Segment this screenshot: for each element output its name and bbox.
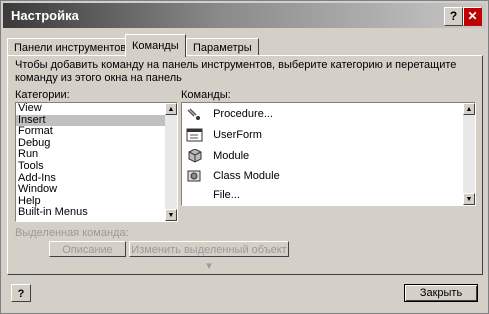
command-item[interactable]: File...	[186, 186, 240, 204]
selected-command-label: Выделенная команда:	[15, 227, 129, 239]
procedure-icon	[186, 107, 204, 121]
modify-selection-label: Изменить выделенный объект	[131, 244, 287, 256]
command-label: File...	[213, 189, 240, 201]
list-item[interactable]: Debug	[16, 137, 177, 150]
description-button[interactable]: Описание	[49, 241, 126, 257]
scroll-up-icon[interactable]: ▲	[463, 103, 475, 115]
list-item[interactable]: Window	[16, 184, 177, 196]
userform-icon	[186, 128, 204, 142]
question-icon: ?	[449, 9, 458, 23]
command-item[interactable]: UserForm	[186, 126, 262, 144]
close-icon: ✕	[467, 9, 478, 23]
title-bar[interactable]: Настройка ? ✕	[3, 3, 486, 28]
command-item[interactable]: Module	[186, 147, 249, 165]
customize-dialog: Настройка ? ✕ Панели инструментов Команд…	[0, 0, 489, 314]
commands-label: Команды:	[181, 89, 231, 101]
dropdown-arrow-icon: ▾	[206, 260, 212, 272]
scroll-down-icon[interactable]: ▼	[165, 209, 177, 221]
list-item[interactable]: Tools	[16, 160, 177, 173]
help-button[interactable]: ?	[11, 284, 31, 302]
command-label: Procedure...	[213, 108, 273, 120]
command-label: Module	[213, 150, 250, 162]
list-item[interactable]: View	[16, 103, 177, 115]
command-item[interactable]: Procedure...	[186, 105, 273, 123]
tab-label: Панели инструментов	[14, 42, 127, 54]
tab-label: Параметры	[193, 42, 252, 54]
command-label: Class Module	[213, 170, 280, 182]
commands-scrollbar[interactable]: ▲ ▼	[463, 103, 475, 205]
categories-list[interactable]: View Insert Format Debug Run Tools Add-I…	[15, 102, 178, 222]
command-item[interactable]: Class Module	[186, 167, 280, 185]
instructions-text: Чтобы добавить команду на панель инструм…	[15, 59, 457, 84]
list-item[interactable]: Built-in Menus	[16, 207, 177, 219]
command-label: UserForm	[213, 129, 262, 141]
categories-scrollbar[interactable]: ▲ ▼	[165, 103, 177, 221]
help-title-button[interactable]: ?	[444, 7, 463, 26]
close-title-button[interactable]: ✕	[463, 7, 482, 26]
class-module-icon	[186, 169, 204, 183]
help-icon: ?	[17, 288, 25, 300]
tab-commands[interactable]: Команды	[125, 34, 186, 57]
commands-list[interactable]: Procedure... UserForm Module Class Modul…	[181, 102, 476, 206]
scroll-down-icon[interactable]: ▼	[463, 193, 475, 205]
modify-selection-button[interactable]: Изменить выделенный объект ▾	[129, 241, 289, 272]
tab-label: Команды	[132, 40, 179, 52]
module-icon	[186, 148, 204, 163]
categories-label: Категории:	[15, 89, 70, 101]
dialog-title: Настройка	[11, 8, 79, 23]
close-button[interactable]: Закрыть	[404, 284, 478, 302]
file-icon	[186, 188, 204, 202]
scroll-up-icon[interactable]: ▲	[165, 103, 177, 115]
